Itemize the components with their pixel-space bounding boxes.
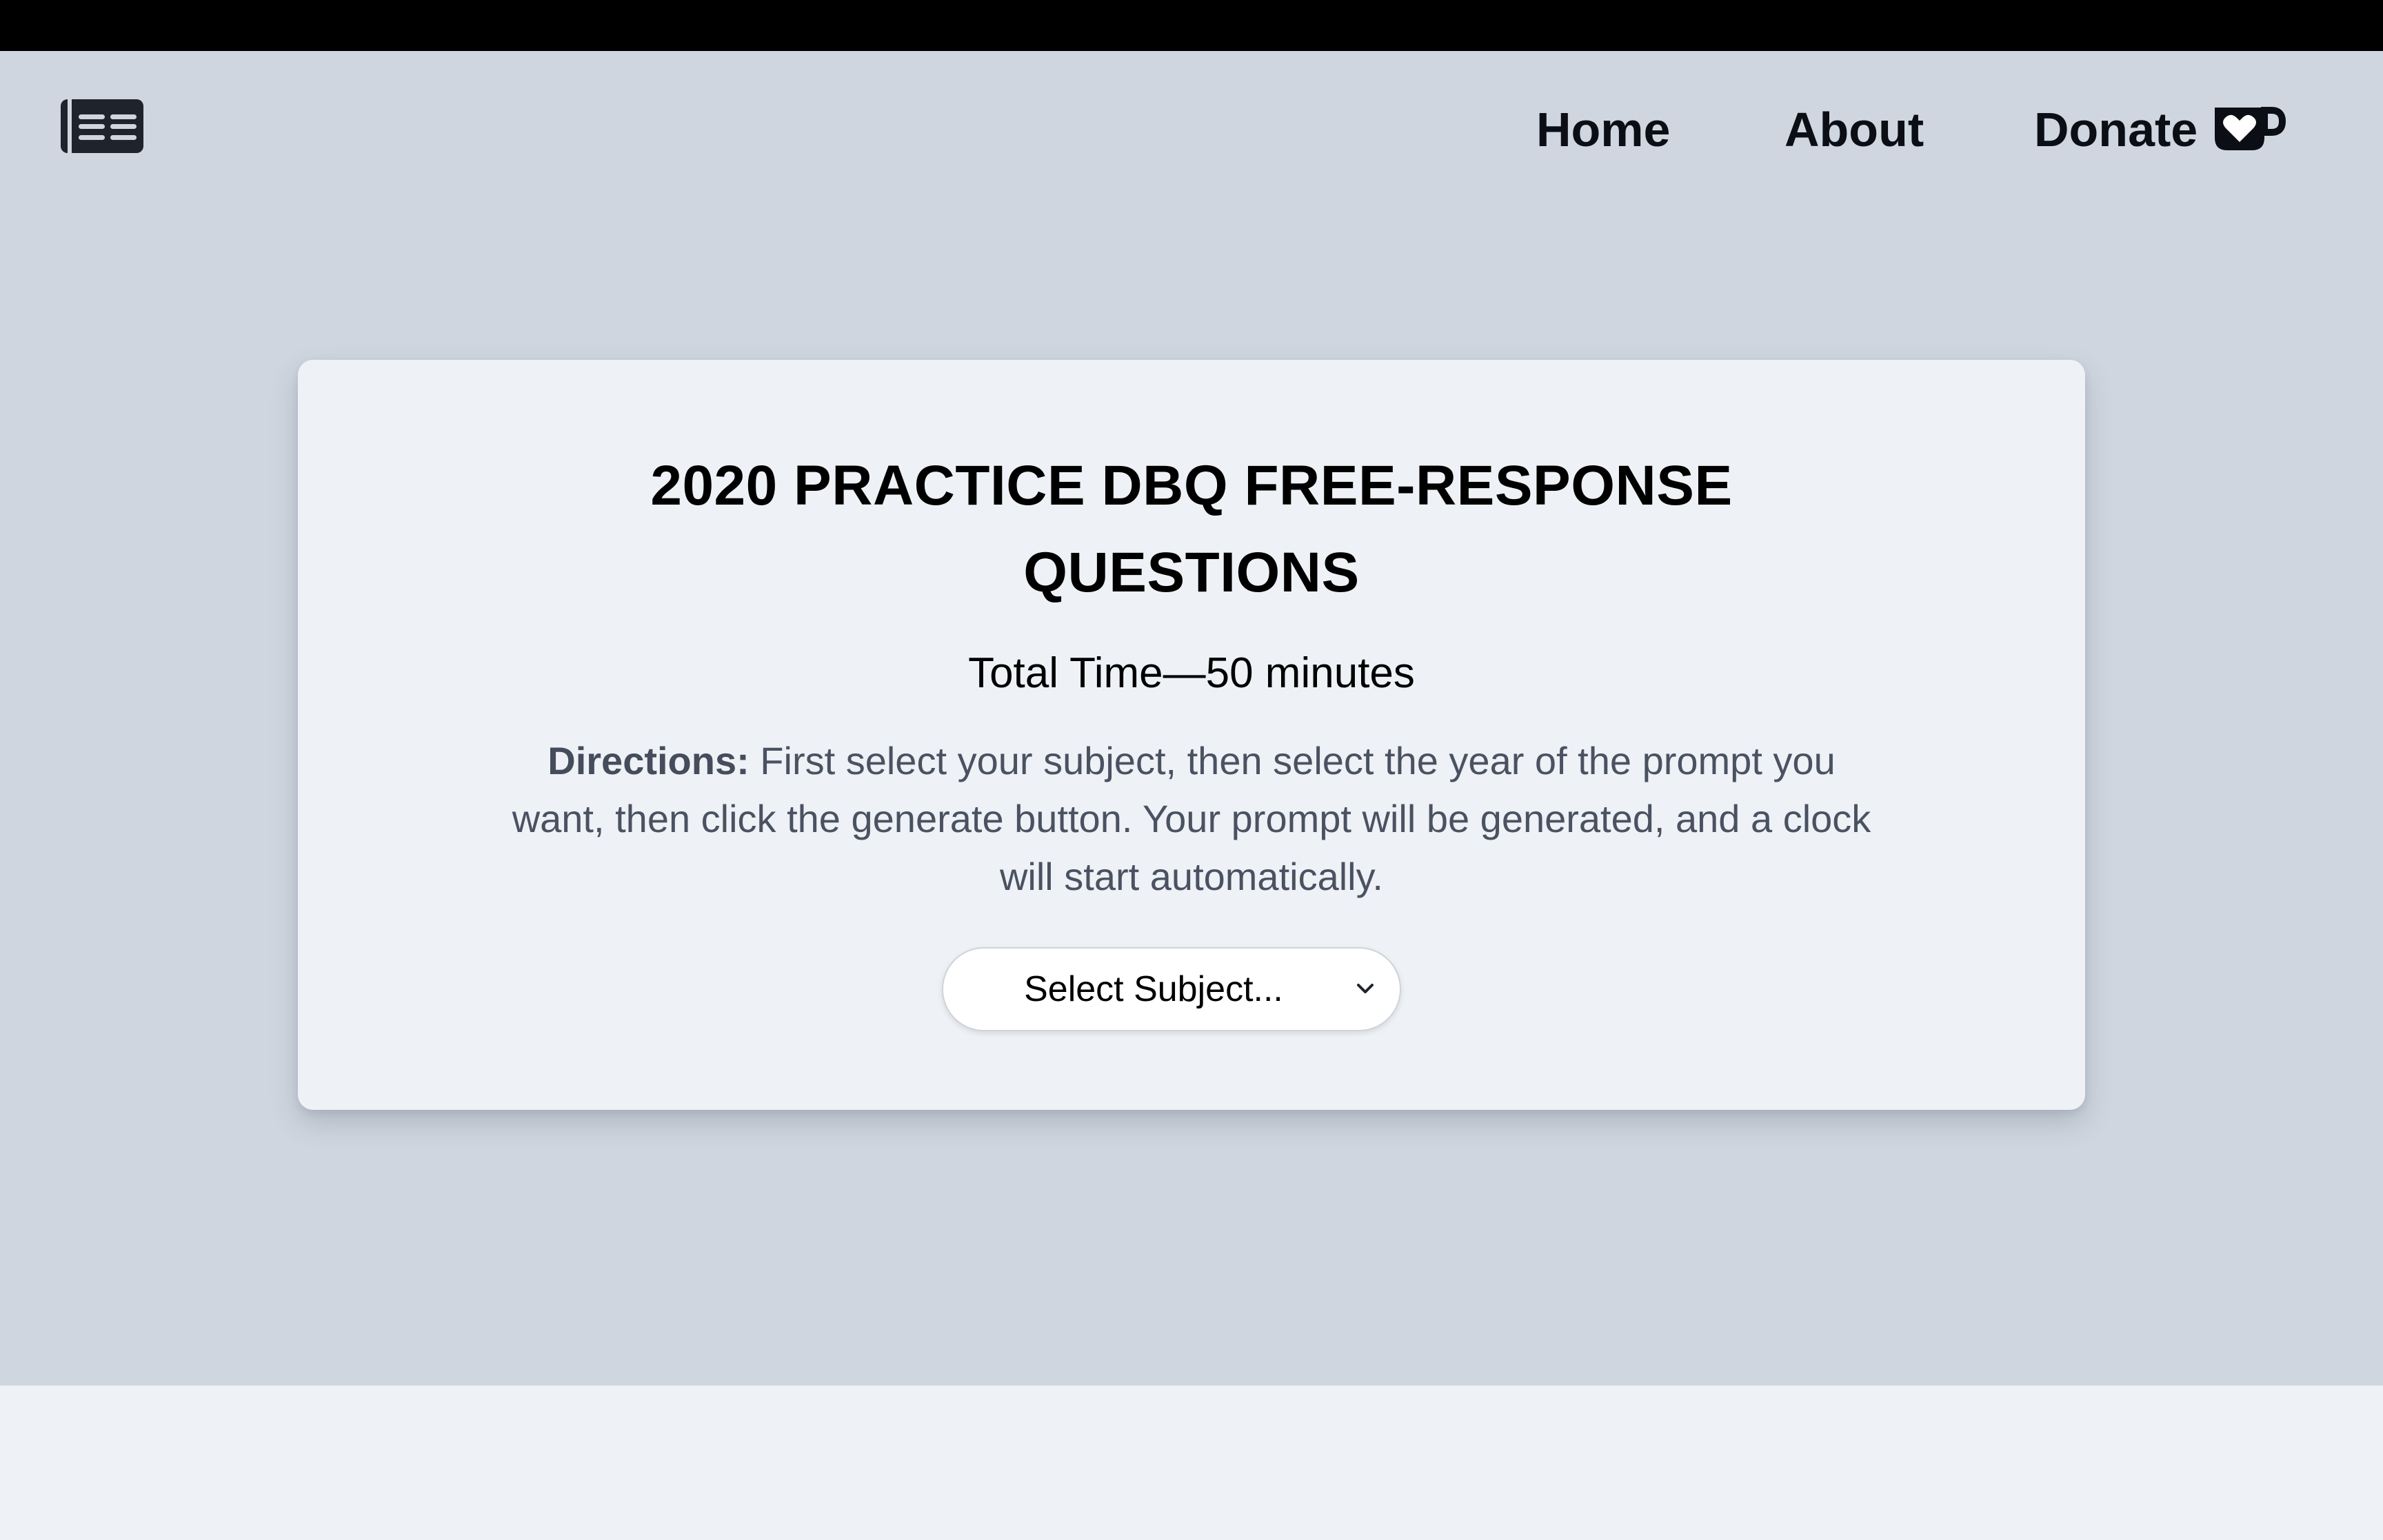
nav-about-link[interactable]: About [1784,97,1924,163]
nav-home-link[interactable]: Home [1536,97,1670,163]
prompt-generator-card: 2020 PRACTICE DBQ FREE-RESPONSE QUESTION… [298,360,2085,1110]
subject-select[interactable]: Select Subject... [942,947,1401,1031]
ko-fi-heart-cup-icon[interactable] [2211,103,2286,154]
browser-top-bar [0,0,2383,51]
page-title: 2020 PRACTICE DBQ FREE-RESPONSE QUESTION… [298,443,2085,616]
directions-label: Directions: [547,739,750,782]
subject-select-value: Select Subject... [1024,969,1283,1009]
directions-text: Directions: First select your subject, t… [512,732,1871,906]
page-title-line-2: QUESTIONS [1023,541,1360,604]
page-title-line-1: 2020 PRACTICE DBQ FREE-RESPONSE [650,454,1733,517]
total-time-text: Total Time—50 minutes [968,649,1415,697]
footer-band [0,1386,2383,1540]
main-nav: Home About Donate [0,97,2383,163]
nav-donate-link[interactable]: Donate [2034,97,2198,163]
chevron-down-icon [1353,976,1378,1001]
